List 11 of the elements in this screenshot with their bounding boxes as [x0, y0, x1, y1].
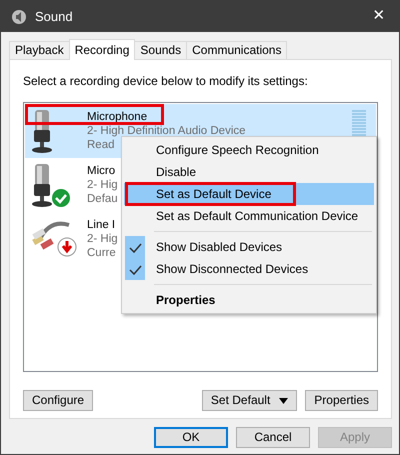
device-description: 2- Hig [87, 178, 118, 192]
device-status: Defau [87, 192, 118, 206]
device-status: Curre [87, 246, 116, 260]
device-description: 2- High Definition Audio Device [87, 124, 246, 138]
device-status: Read [87, 138, 114, 152]
device-name: Line I [87, 218, 116, 232]
device-name: Micro [87, 164, 116, 178]
instruction-text: Select a recording device below to modify its settings: [23, 73, 309, 90]
window-title: Sound [35, 8, 73, 26]
device-description: 2- Hig [87, 232, 118, 246]
device-name: Microphone [87, 110, 148, 124]
